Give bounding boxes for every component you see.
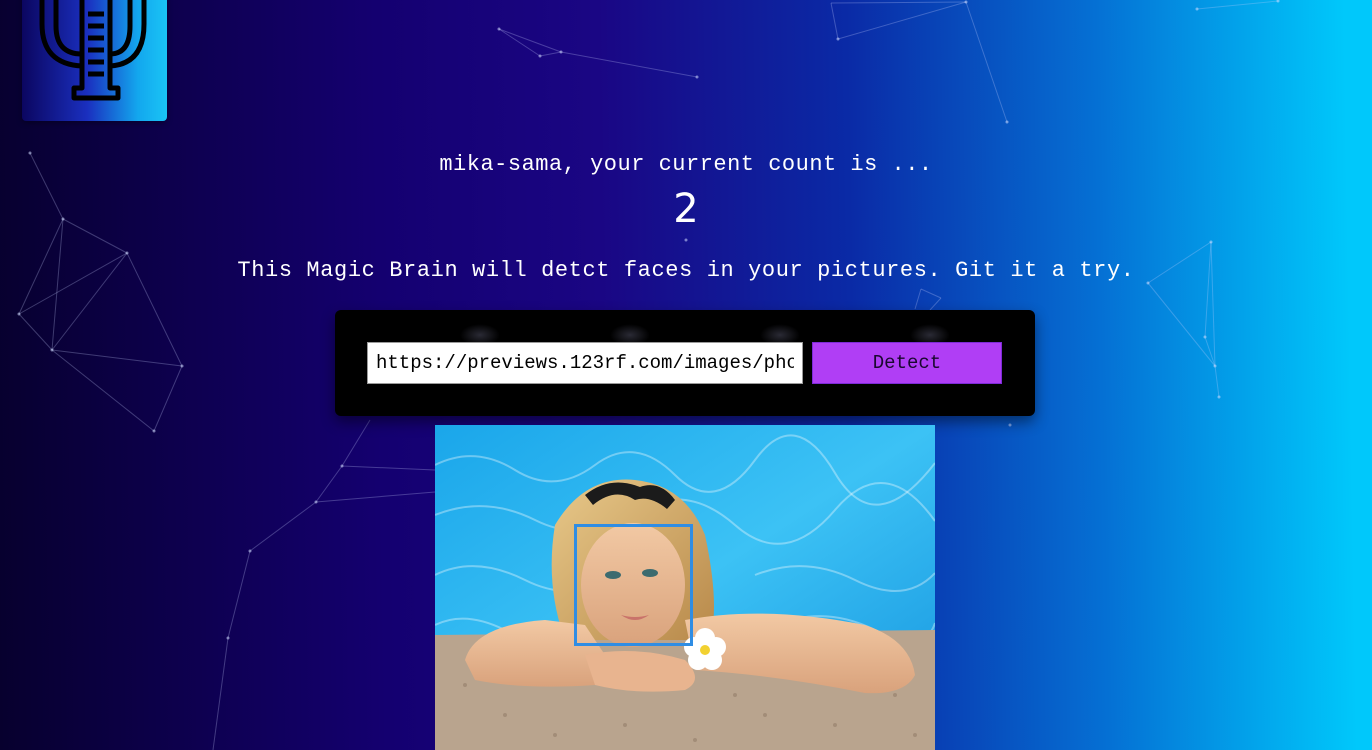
greeting-text: mika-sama, your current count is ... — [439, 152, 933, 177]
input-image — [435, 425, 935, 750]
logo-tile[interactable] — [22, 0, 167, 121]
psi-icon — [39, 0, 147, 101]
image-link-form: Detect — [335, 310, 1035, 416]
tagline-text: This Magic Brain will detct faces in you… — [237, 258, 1135, 283]
detect-button[interactable]: Detect — [812, 342, 1002, 384]
entry-count: 2 — [673, 186, 699, 232]
image-url-input[interactable] — [367, 342, 803, 384]
face-bounding-box — [574, 524, 693, 646]
